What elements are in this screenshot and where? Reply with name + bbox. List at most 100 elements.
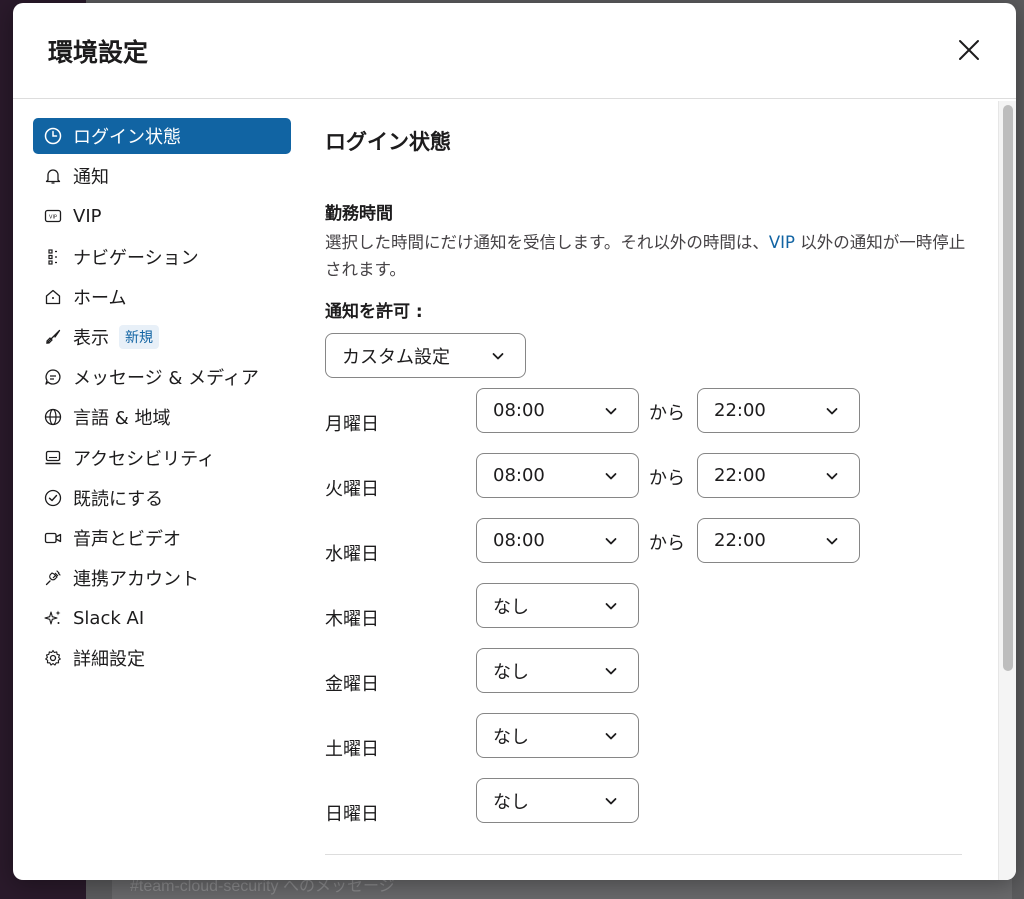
navigation-icon — [43, 247, 63, 267]
sidebar-item-language-region[interactable]: 言語 & 地域 — [33, 399, 291, 435]
tuesday-start-select[interactable]: 08:00 — [476, 453, 639, 498]
vip-icon: VIP — [43, 206, 63, 226]
message-icon — [43, 367, 63, 387]
sidebar-item-connected-accounts[interactable]: 連携アカウント — [33, 560, 291, 596]
day-label-friday: 金曜日 — [325, 674, 379, 695]
tuesday-end-select[interactable]: 22:00 — [697, 453, 860, 498]
preferences-sidebar: ログイン状態 通知 VIP VIP ナビゲーション ホーム 表示 新規 メッセー… — [33, 118, 291, 681]
modal-header: 環境設定 — [13, 3, 1016, 99]
sidebar-item-vip[interactable]: VIP VIP — [33, 198, 291, 234]
sidebar-item-advanced[interactable]: 詳細設定 — [33, 640, 291, 676]
select-value: 08:00 — [493, 530, 545, 551]
preferences-modal: 環境設定 ログイン状態 通知 VIP VIP ナビゲーション ホーム 表示 新規… — [13, 3, 1016, 880]
sidebar-item-label: 通知 — [73, 167, 109, 189]
home-icon — [43, 287, 63, 307]
chevron-down-icon — [825, 404, 839, 418]
work-hours-description: 選択した時間にだけ通知を受信します。それ以外の時間は、VIP 以外の通知が一時停… — [325, 229, 970, 283]
sidebar-item-label: 詳細設定 — [73, 649, 145, 671]
close-button[interactable] — [952, 33, 986, 67]
chevron-down-icon — [604, 404, 618, 418]
sidebar-item-label: 既読にする — [73, 488, 164, 510]
modal-title: 環境設定 — [48, 38, 149, 67]
new-badge: 新規 — [119, 324, 159, 349]
section-divider — [325, 854, 962, 855]
chevron-down-icon — [825, 469, 839, 483]
close-icon — [959, 40, 979, 60]
thursday-select[interactable]: なし — [476, 583, 639, 628]
from-label: から — [649, 403, 685, 424]
select-value: なし — [493, 596, 529, 618]
sidebar-item-login-status[interactable]: ログイン状態 — [33, 118, 291, 154]
allow-notifications-label: 通知を許可 : — [325, 302, 423, 322]
sidebar-item-label: 連携アカウント — [73, 569, 199, 591]
chevron-down-icon — [491, 349, 505, 363]
monday-end-select[interactable]: 22:00 — [697, 388, 860, 433]
sidebar-item-audio-video[interactable]: 音声とビデオ — [33, 520, 291, 556]
chevron-down-icon — [604, 794, 618, 808]
select-value: なし — [493, 661, 529, 683]
chevron-down-icon — [604, 599, 618, 613]
saturday-select[interactable]: なし — [476, 713, 639, 758]
schedule-mode-select[interactable]: カスタム設定 — [325, 333, 526, 378]
from-label: から — [649, 468, 685, 489]
day-label-thursday: 木曜日 — [325, 609, 379, 630]
monday-start-select[interactable]: 08:00 — [476, 388, 639, 433]
sidebar-item-label: ホーム — [73, 287, 127, 309]
sidebar-item-notifications[interactable]: 通知 — [33, 158, 291, 194]
bell-icon — [43, 166, 63, 186]
description-text: 選択した時間にだけ通知を受信します。それ以外の時間は、 — [325, 233, 769, 252]
select-value: 08:00 — [493, 465, 545, 486]
day-label-sunday: 日曜日 — [325, 804, 379, 825]
sidebar-item-label: 言語 & 地域 — [73, 408, 171, 430]
select-value: 08:00 — [493, 400, 545, 421]
from-label: から — [649, 533, 685, 554]
day-label-wednesday: 水曜日 — [325, 544, 379, 565]
section-title: ログイン状態 — [325, 130, 451, 154]
day-label-monday: 月曜日 — [325, 414, 379, 435]
chevron-down-icon — [604, 729, 618, 743]
sidebar-item-label: ナビゲーション — [73, 247, 199, 269]
select-value: 22:00 — [714, 530, 766, 551]
wednesday-start-select[interactable]: 08:00 — [476, 518, 639, 563]
login-status-panel: ログイン状態 勤務時間 選択した時間にだけ通知を受信します。それ以外の時間は、V… — [325, 99, 990, 880]
sidebar-item-label: メッセージ & メディア — [73, 368, 259, 390]
sparkle-icon — [43, 608, 63, 628]
sidebar-item-messages-media[interactable]: メッセージ & メディア — [33, 359, 291, 395]
chevron-down-icon — [825, 534, 839, 548]
vip-link[interactable]: VIP — [769, 233, 795, 252]
select-value: 22:00 — [714, 465, 766, 486]
content-scrollbar[interactable] — [998, 101, 1016, 880]
sidebar-item-home[interactable]: ホーム — [33, 279, 291, 315]
select-value: なし — [493, 726, 529, 748]
sidebar-item-label: VIP — [73, 205, 102, 227]
clock-icon — [43, 126, 63, 146]
day-label-tuesday: 火曜日 — [325, 479, 379, 500]
work-hours-heading: 勤務時間 — [325, 204, 393, 224]
sidebar-item-display[interactable]: 表示 新規 — [33, 319, 291, 355]
brush-icon — [43, 327, 63, 347]
sidebar-item-label: 音声とビデオ — [73, 528, 181, 550]
chevron-down-icon — [604, 469, 618, 483]
select-value: 22:00 — [714, 400, 766, 421]
select-value: なし — [493, 791, 529, 813]
sidebar-item-slack-ai[interactable]: Slack AI — [33, 600, 291, 636]
scrollbar-thumb[interactable] — [1003, 105, 1013, 671]
video-icon — [43, 528, 63, 548]
sidebar-item-label: ログイン状態 — [73, 127, 181, 148]
chevron-down-icon — [604, 534, 618, 548]
select-value: カスタム設定 — [342, 346, 450, 368]
gear-icon — [43, 648, 63, 668]
chevron-down-icon — [604, 664, 618, 678]
keyboard-icon — [43, 448, 63, 468]
sidebar-item-navigation[interactable]: ナビゲーション — [33, 239, 291, 275]
sidebar-item-label: Slack AI — [73, 607, 145, 629]
wednesday-end-select[interactable]: 22:00 — [697, 518, 860, 563]
friday-select[interactable]: なし — [476, 648, 639, 693]
check-circle-icon — [43, 488, 63, 508]
plug-icon — [43, 568, 63, 588]
sunday-select[interactable]: なし — [476, 778, 639, 823]
sidebar-item-mark-as-read[interactable]: 既読にする — [33, 480, 291, 516]
day-label-saturday: 土曜日 — [325, 739, 379, 760]
sidebar-item-label: 表示 — [73, 327, 109, 349]
sidebar-item-accessibility[interactable]: アクセシビリティ — [33, 440, 291, 476]
